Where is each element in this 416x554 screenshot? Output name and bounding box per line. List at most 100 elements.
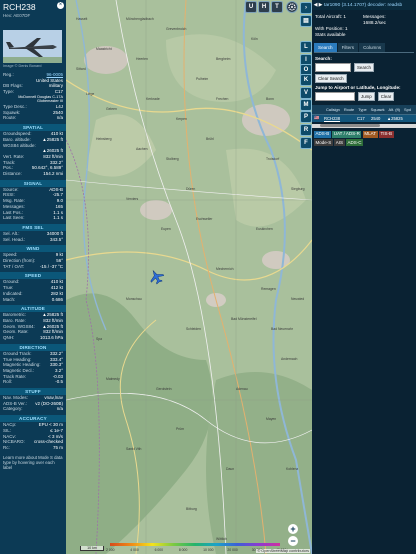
map-attribution[interactable]: © OpenStreetMap contributors bbox=[256, 549, 310, 553]
town-label: Siegburg bbox=[291, 187, 305, 191]
town-label: Kerkrade bbox=[146, 97, 160, 101]
section-header-spatial[interactable]: SPATIAL bbox=[0, 124, 66, 132]
map-button-p[interactable]: P bbox=[300, 111, 312, 123]
altitude-legend-label: 10 000 bbox=[203, 548, 214, 552]
col-squawk[interactable]: Squawk bbox=[369, 107, 387, 112]
col-route[interactable]: Route bbox=[342, 107, 356, 112]
close-icon[interactable]: × bbox=[57, 2, 64, 9]
scrollbar-thumb[interactable] bbox=[320, 124, 380, 127]
town-label: Pulheim bbox=[196, 77, 208, 81]
search-input[interactable] bbox=[315, 63, 351, 72]
map-button-h[interactable]: H bbox=[258, 1, 270, 13]
section-header-direction[interactable]: DIRECTION bbox=[0, 343, 66, 351]
tab-search[interactable]: Search bbox=[314, 43, 337, 52]
map-button-r[interactable]: R bbox=[300, 124, 312, 136]
collapse-arrows[interactable]: ◀ ▶ bbox=[312, 3, 324, 8]
field-value: 0.686 bbox=[51, 296, 63, 302]
clear-search-button[interactable]: Clear Search bbox=[315, 74, 347, 83]
direction-row: Roll: -0.5 bbox=[0, 379, 66, 385]
map-button-t[interactable]: T bbox=[271, 1, 283, 13]
legend-badge[interactable]: ADS-B bbox=[314, 130, 331, 138]
town-label: Gerolstein bbox=[156, 387, 172, 391]
selected-callsign: RCH238 bbox=[3, 2, 36, 12]
legend-row: Mode-S AIS ADS-C bbox=[314, 139, 414, 146]
settings-gear-button[interactable] bbox=[286, 1, 298, 13]
altitude-row: QNH: 1013.6 hPa bbox=[0, 335, 66, 341]
map-button-u[interactable]: U bbox=[245, 1, 257, 13]
col-callsign[interactable]: Callsign bbox=[324, 107, 342, 112]
section-header-wind[interactable]: WIND bbox=[0, 245, 66, 253]
town-label: Bad Münstereifel bbox=[231, 317, 257, 321]
table-header: Callsign Route Type Squawk Alt. (ft) Spd bbox=[312, 104, 416, 115]
section-header-stuff[interactable]: STUFF bbox=[0, 388, 66, 396]
table-scrollbar[interactable] bbox=[312, 123, 416, 128]
section-header-signal[interactable]: SIGNAL bbox=[0, 179, 66, 187]
town-label: Heerlen bbox=[136, 57, 148, 61]
map-button-l[interactable]: L bbox=[300, 41, 312, 53]
tab-columns[interactable]: Columns bbox=[359, 43, 386, 52]
map-button-k[interactable]: K bbox=[300, 74, 312, 86]
field-value: 343.5° bbox=[49, 236, 63, 242]
map-button-m[interactable]: M bbox=[300, 99, 312, 111]
town-label: Sittard bbox=[76, 67, 86, 71]
section-header-accuracy[interactable]: ACCURACY bbox=[0, 415, 66, 423]
town-label: Mayen bbox=[266, 417, 276, 421]
legend-row: ADS-B UAT / ADS-R MLAT TIS-B bbox=[314, 130, 414, 138]
map-button-f[interactable]: F bbox=[300, 137, 312, 149]
map-view[interactable]: Maastricht Liège Aachen Bonn Köln Düren Hassel… bbox=[66, 0, 312, 554]
town-label: Geleen bbox=[106, 107, 117, 111]
search-button[interactable]: Search bbox=[354, 63, 374, 72]
field-label: Roll: bbox=[3, 379, 13, 385]
legend-badge[interactable]: Mode-S bbox=[314, 139, 333, 146]
legend-badge[interactable]: ADS-C bbox=[346, 139, 364, 146]
legend-badge[interactable]: TIS-B bbox=[379, 130, 394, 138]
town-label: Verviers bbox=[126, 197, 139, 201]
photo-credit: Image © Denis Bonard bbox=[3, 64, 42, 68]
type-desc-row: McDonnell Douglas C-17A Globemaster III bbox=[18, 94, 63, 104]
layers-button[interactable]: ▤ bbox=[300, 15, 312, 27]
town-label: Troisdorf bbox=[266, 157, 279, 161]
legend-badge[interactable]: MLAT bbox=[362, 130, 378, 138]
col-type[interactable]: Type bbox=[356, 107, 368, 112]
map-button-v[interactable]: V bbox=[300, 87, 312, 99]
search-label: Search: bbox=[315, 56, 332, 61]
jump-label: Jump to Airport or Latitude, Longitude: bbox=[315, 85, 401, 90]
town-label: Sankt Vith bbox=[126, 447, 142, 451]
version-label[interactable]: tar1090 (3.14.1707) decoder: readsb bbox=[324, 3, 402, 8]
zoom-in-button[interactable]: + bbox=[288, 524, 298, 534]
town-label: Euskirchen bbox=[256, 227, 273, 231]
town-label: Mönchengladbach bbox=[126, 17, 154, 21]
section-header-fms[interactable]: FMS SEL bbox=[0, 223, 66, 231]
town-label: Frechen bbox=[216, 97, 229, 101]
jump-input[interactable] bbox=[315, 91, 355, 101]
town-label: Liège bbox=[86, 92, 94, 96]
tab-filters[interactable]: Filters bbox=[337, 43, 359, 52]
map-canvas[interactable]: Maastricht Liège Aachen Bonn Köln Düren Hassel… bbox=[66, 0, 312, 554]
col-alt[interactable]: Alt. (ft) bbox=[387, 107, 402, 112]
signal-row: Last Seen: 1.1 s bbox=[0, 215, 66, 221]
col-spd[interactable]: Spd bbox=[402, 107, 413, 112]
flag-icon: 🇺🇸 bbox=[314, 115, 320, 120]
town-label: Bergheim bbox=[216, 57, 231, 61]
legend-badge[interactable]: AIS bbox=[334, 139, 345, 146]
town-label: Düren bbox=[186, 187, 195, 191]
toggle-sidebar-button[interactable]: › bbox=[300, 2, 312, 14]
aircraft-photo[interactable] bbox=[3, 30, 62, 63]
zoom-out-button[interactable]: − bbox=[288, 536, 298, 546]
town-label: Andernach bbox=[281, 357, 298, 361]
section-header-altitude[interactable]: ALTITUDE bbox=[0, 305, 66, 313]
stuff-row: Category: n/a bbox=[0, 406, 66, 412]
section-header-speed[interactable]: SPEED bbox=[0, 272, 66, 280]
clear-jump-button[interactable]: Clear bbox=[377, 91, 395, 101]
field-label: Distance: bbox=[3, 171, 22, 177]
legend-badge[interactable]: UAT / ADS-R bbox=[332, 130, 362, 138]
field-value: ▲25825 ft bbox=[42, 136, 63, 142]
town-label: Bad Neuenahr bbox=[271, 327, 294, 331]
town-label: Wittlich bbox=[216, 537, 227, 541]
field-label: Rc: bbox=[3, 444, 10, 450]
version-bar: ◀ ▶ tar1090 (3.14.1707) decoder: readsb bbox=[312, 0, 416, 10]
town-label: Monschau bbox=[126, 297, 142, 301]
jump-button[interactable]: Jump bbox=[358, 91, 375, 101]
table-row[interactable]: 🇺🇸 RCH238 C17 2540 ▲25825 bbox=[312, 114, 416, 122]
field-label: Mach: bbox=[3, 296, 16, 302]
